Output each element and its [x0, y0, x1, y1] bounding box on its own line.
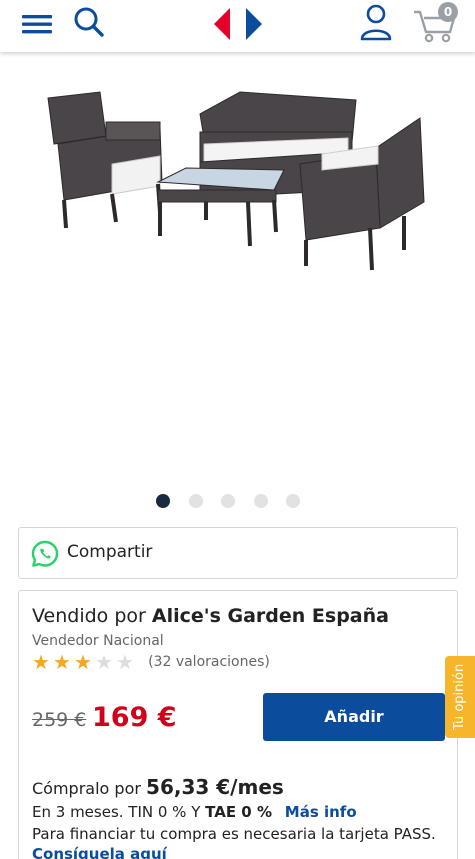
get-pass-card-link[interactable]: Consíguela aquí [32, 845, 452, 859]
product-image[interactable] [0, 52, 475, 472]
share-label: Compartir [67, 542, 153, 562]
carousel-dot[interactable] [221, 494, 235, 508]
carousel-dot[interactable] [254, 494, 268, 508]
carousel-dot[interactable] [189, 494, 203, 508]
star-icon: ★ [95, 650, 113, 674]
seller-name[interactable]: Alice's Garden España [152, 605, 389, 627]
financing-terms: En 3 meses. TIN 0 % Y TAE 0 % Más info [32, 803, 452, 821]
sold-by-line: Vendido por Alice's Garden España [32, 605, 389, 627]
feedback-label: Tu opinión [452, 663, 467, 731]
star-icon: ★ [32, 650, 50, 674]
financing-monthly: Cómpralo por 56,33 €/mes [32, 775, 452, 799]
top-bar: 0 [0, 0, 475, 52]
star-icon: ★ [53, 650, 71, 674]
star-icon: ★ [116, 650, 134, 674]
pass-card-note: Para financiar tu compra es necesaria la… [32, 825, 436, 843]
seller-rating[interactable]: ★ ★ ★ ★ ★ (32 valoraciones) [32, 651, 270, 673]
carousel-dot[interactable] [156, 494, 170, 508]
sold-by-prefix: Vendido por [32, 605, 146, 627]
add-to-cart-button[interactable]: Añadir [263, 693, 445, 741]
feedback-tab[interactable]: Tu opinión [445, 656, 475, 738]
financing-info: Cómpralo por 56,33 €/mes En 3 meses. TIN… [32, 775, 452, 859]
search-icon[interactable] [72, 5, 106, 39]
menu-icon[interactable] [20, 10, 54, 38]
user-icon[interactable] [358, 2, 394, 42]
financing-tae: TAE 0 % [205, 803, 272, 821]
cart-count-badge: 0 [438, 2, 458, 22]
whatsapp-icon [31, 540, 59, 568]
carousel-dot[interactable] [286, 494, 300, 508]
carousel-dots [0, 492, 475, 510]
more-info-link[interactable]: Más info [285, 803, 357, 821]
rating-count: (32 valoraciones) [148, 654, 270, 670]
financing-prefix: Cómpralo por [32, 779, 141, 798]
share-button[interactable]: Compartir [18, 527, 458, 579]
seller-type: Vendedor Nacional [32, 633, 164, 649]
old-price: 259 € [32, 709, 87, 731]
star-icon: ★ [74, 650, 92, 674]
financing-terms-text: En 3 meses. TIN 0 % Y [32, 803, 201, 821]
seller-offer-card: Vendido por Alice's Garden España Vended… [18, 590, 458, 859]
financing-amount: 56,33 €/mes [146, 775, 284, 799]
carrefour-logo[interactable] [208, 4, 268, 44]
current-price: 169 € [92, 702, 177, 733]
